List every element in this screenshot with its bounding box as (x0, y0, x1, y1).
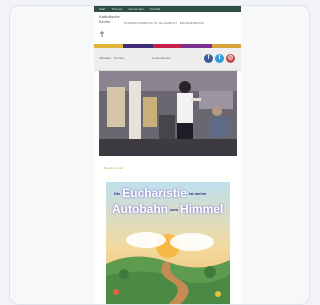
poster-word: Autobahn (112, 202, 168, 216)
top-link[interactable]: Kontakt (150, 6, 160, 12)
top-link[interactable]: Gemeinden (128, 6, 144, 12)
nav-link[interactable]: Gottesdienste (152, 56, 171, 60)
preview-card[interactable]: Start Themen Gemeinden Kontakt Katholisc… (9, 5, 310, 305)
poster-landscape (106, 182, 230, 304)
twitter-icon[interactable]: t (215, 54, 224, 63)
hero-photo-image (99, 71, 237, 156)
website-preview: Start Themen Gemeinden Kontakt Katholisc… (94, 6, 241, 304)
top-navigation-bar: Start Themen Gemeinden Kontakt (94, 6, 241, 12)
secondary-navigation: Aktuelles · Termine Gottesdienste f t ◎ (94, 48, 241, 71)
social-links: f t ◎ (204, 54, 235, 63)
eucharistie-poster[interactable]: Die Eucharistie ist meine Autobahn zum Himme… (106, 182, 230, 304)
poster-title-line-1: Die Eucharistie ist meine (112, 186, 208, 200)
top-link[interactable]: Start (99, 6, 105, 12)
poster-word: zum (170, 207, 178, 213)
instagram-icon[interactable]: ◎ (226, 54, 235, 63)
poster-title-line-2: Autobahn zum Himmel (112, 202, 223, 216)
poster-word: Himmel (180, 202, 224, 216)
cross-icon (100, 31, 104, 37)
logo-line-2: Kirche (99, 18, 111, 24)
poster-word: Eucharistie (122, 186, 187, 200)
site-tagline: PFARREIVERBUND ST. ELISABETH · BRANDENBU… (124, 21, 205, 25)
poster-word: ist meine (188, 191, 207, 197)
site-logo[interactable]: Katholische Kirche (99, 14, 124, 37)
hero-photo[interactable] (99, 71, 237, 156)
nav-link[interactable]: Aktuelles · Termine (99, 56, 124, 60)
section-label: Neues im Juni (104, 166, 124, 170)
facebook-icon[interactable]: f (204, 54, 213, 63)
top-link[interactable]: Themen (111, 6, 122, 12)
poster-word: Die (114, 191, 121, 197)
